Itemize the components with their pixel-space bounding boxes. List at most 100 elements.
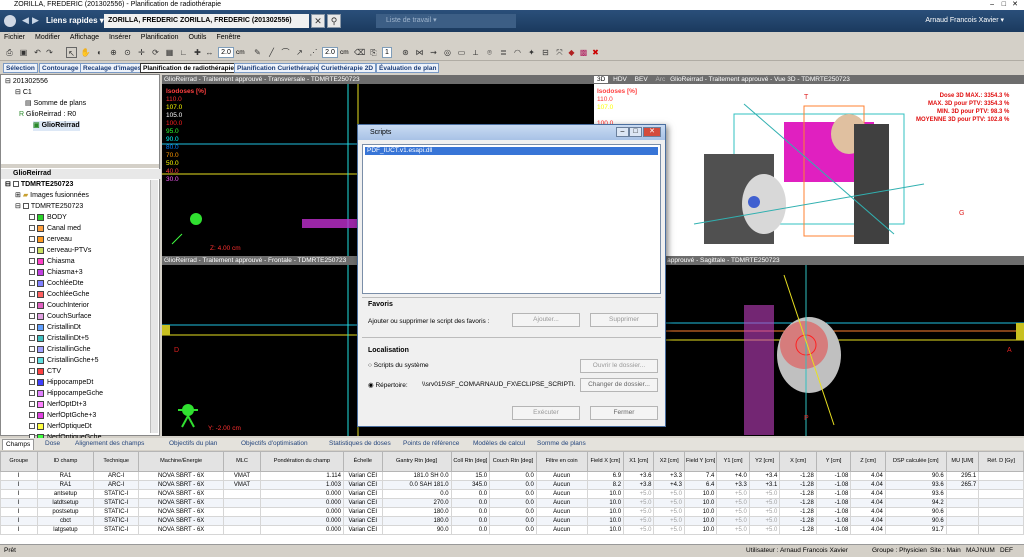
split-icon[interactable]: ⋈ <box>414 47 425 58</box>
structure-item[interactable]: CouchInterior <box>29 301 89 311</box>
tab-points-reference[interactable]: Points de référence <box>400 439 462 450</box>
structure-item[interactable]: HippocampeGche <box>29 389 103 399</box>
brush-icon[interactable]: ✎ <box>252 47 263 58</box>
menu-item[interactable]: Insérer <box>109 34 131 41</box>
column-header[interactable]: Technique <box>93 451 139 472</box>
copy-icon[interactable]: ⎘ <box>368 47 379 58</box>
table-row[interactable]: I RA1 ARC-I NOVA SBRT - 6X VMAT 1.114 Varian C… <box>0 471 1024 481</box>
checkbox[interactable] <box>29 313 35 320</box>
column-header[interactable]: X1 [cm] <box>623 451 655 472</box>
window-level-icon[interactable]: ◐ <box>94 47 105 58</box>
structure-item[interactable]: CristallinGche <box>29 345 91 355</box>
couch-icon[interactable]: ⊟ <box>540 47 551 58</box>
checkbox[interactable] <box>29 225 35 232</box>
structure-item[interactable]: CristallinGche+5 <box>29 356 99 366</box>
structure-item[interactable]: cerveau-PTVs <box>29 246 91 256</box>
undo-icon[interactable]: ↶ <box>32 47 43 58</box>
line-icon[interactable]: ╱ <box>266 47 277 58</box>
checkbox[interactable] <box>29 291 35 298</box>
tree-item-fusion[interactable]: ⊞ ▰ Images fusionnées <box>15 191 89 201</box>
close-icon[interactable]: ✕ <box>1012 0 1018 10</box>
tree-item-course[interactable]: ⊟ C1 <box>15 88 32 98</box>
tree-item-structure-set[interactable]: ⊟ TDMRTE250723 <box>5 180 73 190</box>
checkbox[interactable] <box>29 258 35 265</box>
fit-icon[interactable]: ⤧ <box>554 47 565 58</box>
tab-modeles-calcul[interactable]: Modèles de calcul <box>470 439 528 450</box>
column-header[interactable]: Z [cm] <box>850 451 886 472</box>
beam-icon[interactable]: ⇝ <box>428 47 439 58</box>
checkbox[interactable] <box>22 203 29 210</box>
structure-item[interactable]: cerveau <box>29 235 72 245</box>
checkbox[interactable] <box>29 357 35 364</box>
dose-icon[interactable]: ✦ <box>526 47 537 58</box>
structure-3d-icon[interactable]: ◆ <box>566 47 577 58</box>
workspace-curietherapie-2d[interactable]: Curiethérapie 2D <box>318 63 377 73</box>
checkbox[interactable] <box>29 412 35 419</box>
change-folder-button[interactable]: Changer de dossier... <box>580 378 658 392</box>
system-scripts-radio[interactable]: ○ Scripts du système <box>368 362 429 369</box>
column-header[interactable]: X [cm] <box>779 451 817 472</box>
select-cursor-icon[interactable]: ↖ <box>66 47 77 58</box>
menu-item[interactable]: Planification <box>141 34 179 41</box>
tab-3d[interactable]: 3D <box>594 76 609 83</box>
save-icon[interactable]: ▣ <box>18 47 29 58</box>
tab-objectifs-optimisation[interactable]: Objectifs d'optimisation <box>238 439 311 450</box>
checkbox[interactable] <box>29 368 35 375</box>
structure-item[interactable]: CochléeDte <box>29 279 84 289</box>
structure-item[interactable]: Chiasma+3 <box>29 268 83 278</box>
arc-icon[interactable]: ◠ <box>512 47 523 58</box>
minimize-icon[interactable]: – <box>990 0 994 10</box>
tab-alignement[interactable]: Alignement des champs <box>72 439 147 450</box>
tree-item-image[interactable]: ⊟ TDMRTE250723 <box>15 202 83 212</box>
column-header[interactable]: Y [cm] <box>815 451 852 472</box>
table-row[interactable]: Ipostsetup STATIC-I NOVA SBRT - 6X 0.000 Var… <box>0 507 1024 517</box>
measure-icon[interactable]: ✛ <box>136 47 147 58</box>
scripts-list[interactable]: PDF_IUCT.v1.esapi.dll <box>362 144 661 294</box>
arrow-icon[interactable]: ↗ <box>294 47 305 58</box>
tab-champs[interactable]: Champs <box>2 439 35 450</box>
close-button[interactable]: Fermer <box>590 406 658 420</box>
rotate-icon[interactable]: ⟳ <box>150 47 161 58</box>
dialog-minimize-icon[interactable]: – <box>616 127 629 137</box>
structure-item[interactable]: BODY <box>29 213 67 223</box>
tab-somme-plans[interactable]: Somme de plans <box>534 439 589 450</box>
script-item[interactable]: PDF_IUCT.v1.esapi.dll <box>365 147 658 155</box>
table-row[interactable]: Icbct STATIC-I NOVA SBRT - 6X 0.000 Varian C… <box>0 516 1024 526</box>
column-header[interactable]: Field X [cm] <box>586 451 625 472</box>
structure-item[interactable]: NerfOptDt+3 <box>29 400 87 410</box>
tab-arc[interactable]: Arc <box>653 76 669 83</box>
checkbox[interactable] <box>29 324 35 331</box>
menu-item[interactable]: Modifier <box>35 34 60 41</box>
structure-item[interactable]: CristallinDt <box>29 323 81 333</box>
structure-item[interactable]: CouchSurface <box>29 312 91 322</box>
tree-item-plan-sum[interactable]: ▤ Somme de plans <box>25 99 86 109</box>
point-icon[interactable]: ⋰ <box>308 47 319 58</box>
table-row[interactable]: Ilatdtsetup STATIC-I NOVA SBRT - 6X 0.000 Va… <box>0 498 1024 508</box>
column-header[interactable]: Coll Rtn [deg] <box>450 451 491 472</box>
hand-icon[interactable]: ✋ <box>80 47 91 58</box>
column-header[interactable]: Groupe <box>0 451 38 472</box>
repository-radio[interactable]: ◉ Répertoire: <box>368 381 408 389</box>
workspace-planification-rt[interactable]: Planification de radiothérapie <box>140 63 238 73</box>
add-favorite-button[interactable]: Ajouter... <box>512 313 580 327</box>
gantry-icon[interactable]: ⌾ <box>484 47 495 58</box>
zoom-value-1[interactable]: 2.0 <box>218 47 234 58</box>
splitter[interactable] <box>1 164 159 168</box>
user-menu[interactable]: Arnaud Francois Xavier ▾ <box>925 16 1004 24</box>
column-header[interactable]: Y2 [cm] <box>748 451 781 472</box>
column-header[interactable]: Filtre en coin <box>535 451 588 472</box>
redo-icon[interactable]: ↷ <box>44 47 55 58</box>
target-icon[interactable]: ◎ <box>442 47 453 58</box>
column-header[interactable]: Field Y [cm] <box>683 451 718 472</box>
pan-icon[interactable]: ↔ <box>204 47 215 58</box>
structure-item[interactable]: NerfOptGche+3 <box>29 411 96 421</box>
collimator-icon[interactable]: ⟂ <box>470 47 481 58</box>
crosshair-icon[interactable]: ✚ <box>192 47 203 58</box>
maximize-icon[interactable]: □ <box>1002 0 1006 10</box>
column-header[interactable]: Machine/Énergie <box>137 451 225 472</box>
checkbox[interactable] <box>29 346 35 353</box>
close-patient-button[interactable]: ✕ <box>311 14 325 28</box>
tree-item-patient[interactable]: ⊟ 201302556 <box>5 77 48 87</box>
structure-item[interactable]: Canal med <box>29 224 81 234</box>
tab-bev[interactable]: BEV <box>632 76 651 83</box>
